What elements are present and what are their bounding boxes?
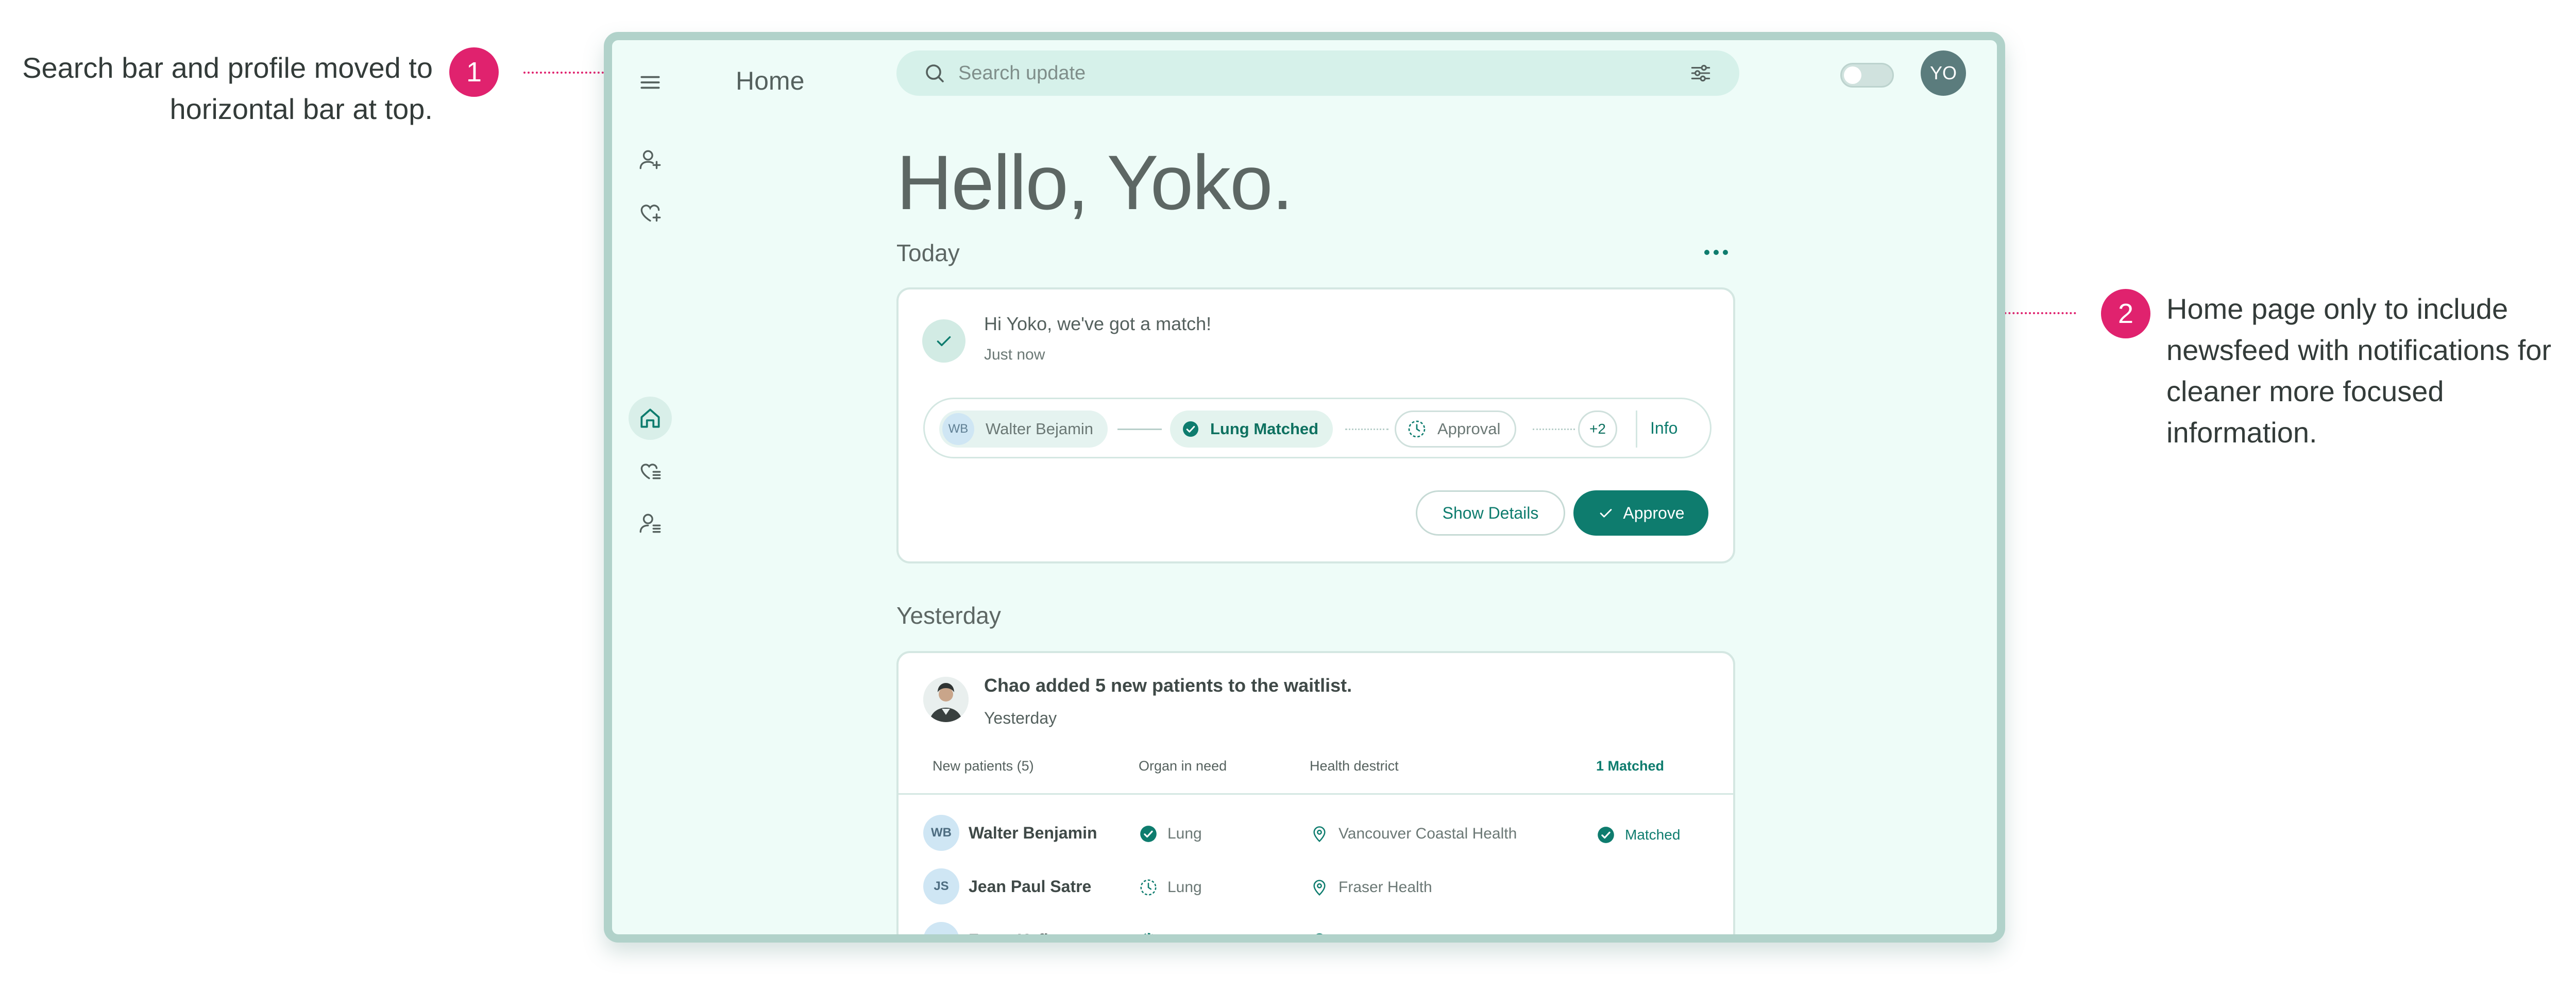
organ-label: Lung bbox=[1167, 932, 1202, 943]
user-avatar[interactable]: YO bbox=[1921, 50, 1966, 96]
district-label: Vancouver Coastal Health bbox=[1338, 825, 1517, 842]
add-heart-button[interactable] bbox=[629, 192, 672, 235]
pending-clock-icon bbox=[1144, 933, 1153, 934]
organ-cell: Lung bbox=[1139, 824, 1202, 844]
match-timestamp: Just now bbox=[984, 346, 1045, 363]
check-circle-icon bbox=[1140, 826, 1157, 842]
flow-divider bbox=[1636, 411, 1637, 448]
greeting-heading: Hello, Yoko. bbox=[896, 139, 1293, 226]
info-link[interactable]: Info bbox=[1650, 419, 1677, 438]
patient-name: Walter Benjamin bbox=[969, 824, 1097, 842]
match-status-label: Matched bbox=[1625, 827, 1681, 843]
check-icon bbox=[1600, 509, 1612, 518]
check-circle-icon bbox=[1183, 421, 1198, 437]
search-input[interactable] bbox=[958, 62, 1688, 84]
add-heart-icon bbox=[640, 204, 661, 222]
app-window: Home YO Hello, Yoko. Today Hi Yoko, we'v… bbox=[604, 32, 2005, 943]
check-icon bbox=[937, 336, 951, 346]
more-steps-chip[interactable]: +2 bbox=[1578, 411, 1617, 448]
location-pin-icon bbox=[1316, 933, 1323, 934]
organ-cell: Lung bbox=[1139, 878, 1202, 897]
table-divider bbox=[899, 793, 1733, 795]
nav-patient-list-button[interactable] bbox=[629, 502, 672, 545]
annotation-1-text: Search bar and profile moved to horizont… bbox=[22, 52, 433, 125]
menu-icon bbox=[640, 76, 660, 89]
nav-home-button[interactable] bbox=[629, 397, 672, 440]
column-header-matched[interactable]: 1 Matched bbox=[1596, 758, 1664, 774]
yesterday-heading: Yesterday bbox=[896, 602, 1001, 629]
organ-cell: Lung bbox=[1139, 931, 1202, 943]
flow-connector bbox=[1345, 429, 1388, 430]
district-cell: Vancouver Coastal Health bbox=[1310, 824, 1517, 844]
nav-organ-list-button[interactable] bbox=[629, 449, 672, 492]
person-avatar-icon bbox=[923, 677, 969, 722]
check-circle-icon bbox=[1598, 827, 1614, 843]
waitlist-timestamp: Yesterday bbox=[984, 709, 1057, 727]
waitlist-title: Chao added 5 new patients to the waitlis… bbox=[984, 675, 1352, 696]
theme-toggle[interactable] bbox=[1840, 63, 1894, 88]
organ-label: Lung bbox=[1167, 825, 1202, 842]
patient-avatar: FK bbox=[923, 922, 959, 934]
chao-avatar bbox=[923, 677, 969, 722]
approve-label: Approve bbox=[1623, 503, 1685, 522]
add-user-button[interactable] bbox=[629, 138, 672, 181]
waitlist-notification-card: Chao added 5 new patients to the waitlis… bbox=[896, 651, 1735, 943]
district-label: Island Health bbox=[1338, 932, 1429, 943]
location-pin-icon bbox=[1313, 880, 1326, 896]
match-status-cell: Matched bbox=[1596, 825, 1680, 845]
heart-list-icon bbox=[640, 464, 661, 480]
patient-name: Jean Paul Satre bbox=[969, 877, 1092, 896]
patient-name: Walter Bejamin bbox=[986, 420, 1094, 438]
column-header-patients[interactable]: New patients (5) bbox=[933, 758, 1034, 774]
district-cell: Island Health bbox=[1310, 931, 1429, 943]
annotation-1-badge: 1 bbox=[449, 47, 499, 97]
table-row[interactable]: FK Franz Kafka Lung Island Health bbox=[899, 916, 1733, 943]
patient-name: Franz Kafka bbox=[969, 931, 1062, 943]
more-options-button[interactable] bbox=[1698, 242, 1734, 263]
annotation-1-connector bbox=[523, 72, 616, 74]
more-dot bbox=[1723, 250, 1728, 255]
more-dot bbox=[1714, 250, 1719, 255]
match-notification-card: Hi Yoko, we've got a match! Just now WB … bbox=[896, 287, 1735, 563]
show-details-button[interactable]: Show Details bbox=[1416, 490, 1565, 536]
lung-matched-chip[interactable]: Lung Matched bbox=[1170, 411, 1333, 448]
approval-chip[interactable]: Approval bbox=[1395, 411, 1517, 448]
lung-matched-label: Lung Matched bbox=[1210, 420, 1319, 438]
match-status-badge bbox=[922, 319, 965, 363]
search-bar[interactable] bbox=[896, 50, 1739, 96]
annotation-2-text: Home page only to include newsfeed with … bbox=[2166, 293, 2552, 449]
filter-icon[interactable] bbox=[1688, 60, 1714, 86]
today-heading: Today bbox=[896, 240, 960, 266]
annotation-2-badge: 2 bbox=[2101, 289, 2150, 338]
location-pin-icon bbox=[1313, 826, 1326, 843]
table-row[interactable]: JS Jean Paul Satre Lung Fraser Health bbox=[899, 862, 1733, 912]
approve-button[interactable]: Approve bbox=[1573, 490, 1708, 536]
patient-avatar: WB bbox=[923, 815, 959, 851]
menu-button[interactable] bbox=[629, 61, 672, 104]
patient-chip[interactable]: WB Walter Bejamin bbox=[939, 411, 1108, 448]
approval-label: Approval bbox=[1437, 420, 1501, 438]
table-row[interactable]: WB Walter Benjamin Lung Vancouver Coasta… bbox=[899, 809, 1733, 858]
more-dot bbox=[1704, 250, 1709, 255]
patient-avatar: JS bbox=[923, 868, 959, 904]
user-list-icon bbox=[639, 514, 661, 533]
search-icon bbox=[926, 64, 944, 82]
match-title: Hi Yoko, we've got a match! bbox=[984, 313, 1212, 334]
add-user-icon bbox=[639, 150, 661, 169]
column-header-district[interactable]: Health destrict bbox=[1310, 758, 1399, 774]
flow-connector bbox=[1533, 429, 1575, 430]
district-cell: Fraser Health bbox=[1310, 878, 1432, 897]
pending-clock-icon bbox=[1140, 879, 1157, 896]
column-header-organ[interactable]: Organ in need bbox=[1139, 758, 1227, 774]
match-progress-flow: WB Walter Bejamin Lung Matched Approval … bbox=[923, 398, 1711, 458]
toggle-knob bbox=[1844, 66, 1861, 84]
patient-avatar: WB bbox=[942, 413, 974, 445]
organ-label: Lung bbox=[1167, 879, 1202, 896]
district-label: Fraser Health bbox=[1338, 879, 1432, 896]
home-icon bbox=[640, 408, 660, 428]
flow-connector bbox=[1117, 429, 1162, 430]
pending-clock-icon bbox=[1408, 420, 1426, 438]
page-title: Home bbox=[736, 66, 805, 95]
